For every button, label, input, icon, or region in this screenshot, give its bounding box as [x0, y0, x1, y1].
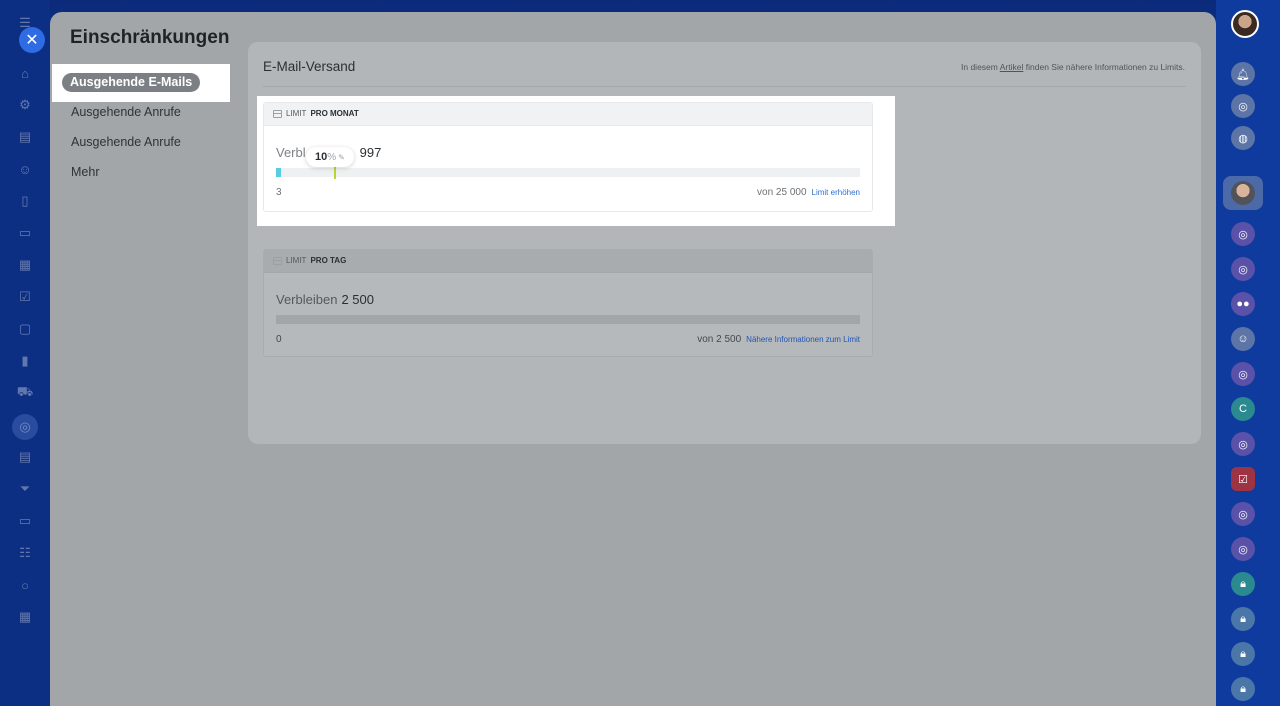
left-sidebar: ☰ ✕ ⌂ ⚙ ▤ ☺ ▯ ▭ ▦ ☑ ▢ ▮ ⛟ ◎ ▤ ⏷ ▭ ☷ ○ ▦: [0, 0, 50, 706]
page-title: Einschränkungen: [70, 27, 230, 48]
daily-limit-card: LIMIT PRO TAG Verbleiben 2 500 0 von 2 50…: [263, 249, 873, 357]
increase-limit-link[interactable]: Limit erhöhen: [812, 188, 860, 197]
usage-progress-fill: [276, 168, 281, 177]
contact-avatar[interactable]: ☺: [1231, 327, 1255, 351]
limit-info-link[interactable]: Nähere Informationen zum Limit: [746, 335, 860, 344]
chat-icon[interactable]: ◍: [1231, 126, 1255, 150]
card-header: LIMIT PRO TAG: [264, 250, 872, 273]
keyboard-icon[interactable]: ▭: [14, 510, 36, 532]
chat-icon[interactable]: ▢: [14, 318, 36, 340]
task-icon[interactable]: ☑: [1231, 467, 1255, 491]
divider: [263, 86, 1186, 87]
filter-icon[interactable]: ⏷: [14, 478, 36, 500]
card-header: LIMIT PRO MONAT: [264, 103, 872, 126]
limit-total: von 25 000 Limit erhöhen: [757, 187, 860, 198]
card-icon[interactable]: ▭: [14, 222, 36, 244]
lock-icon[interactable]: 🔒︎: [1231, 642, 1255, 666]
contacts-icon[interactable]: ☺: [14, 158, 36, 180]
limits-info-note: In diesem Artikel finden Sie nähere Info…: [961, 62, 1185, 72]
used-count: 0: [276, 334, 282, 345]
channel-icon[interactable]: ◎: [1231, 257, 1255, 281]
bell-icon[interactable]: 🔔︎: [1231, 62, 1255, 86]
used-count: 3: [276, 187, 282, 198]
menu-item-outgoing-emails[interactable]: Ausgehende E-Mails: [62, 73, 201, 92]
settings-icon[interactable]: ⚙: [14, 94, 36, 116]
circle-icon[interactable]: ○: [14, 574, 36, 596]
remaining-text: Verbleiben 2 500: [276, 292, 374, 307]
limits-modal: Einschränkungen Ausgehende E-Mails Ausge…: [50, 12, 1216, 706]
group-icon[interactable]: ●●: [1231, 292, 1255, 316]
mail-marketing-icon[interactable]: ◎: [12, 414, 38, 440]
lock-icon[interactable]: 🔒︎: [1231, 607, 1255, 631]
menu-item-outgoing-calls[interactable]: Ausgehende Anrufe: [71, 105, 181, 119]
group-icon[interactable]: ☷: [14, 542, 36, 564]
cart-icon[interactable]: ⛟: [14, 382, 36, 404]
menu-item-more[interactable]: Mehr: [71, 165, 99, 179]
home-icon[interactable]: ⌂: [14, 62, 36, 84]
calendar-icon: [273, 110, 282, 118]
document-icon[interactable]: ▤: [14, 126, 36, 148]
monitor-icon[interactable]: ▦: [14, 254, 36, 276]
threshold-tooltip[interactable]: 10% ✎: [306, 147, 354, 167]
channel-icon[interactable]: ◎: [1231, 362, 1255, 386]
close-icon[interactable]: ✕: [19, 27, 45, 53]
monthly-limit-card: LIMIT PRO MONAT Verbl 997 10% ✎ 3 von 25 0…: [263, 102, 873, 212]
grid-icon[interactable]: ▦: [14, 606, 36, 628]
channel-icon[interactable]: ◎: [1231, 502, 1255, 526]
checkbox-icon[interactable]: ☑: [14, 286, 36, 308]
lock-icon[interactable]: 🔒︎: [1231, 677, 1255, 701]
limit-total: von 2 500 Nähere Informationen zum Limit: [697, 334, 860, 345]
menu-item-outgoing-calls-2[interactable]: Ausgehende Anrufe: [71, 135, 181, 149]
user-avatar[interactable]: [1231, 10, 1259, 38]
threshold-marker[interactable]: [334, 166, 337, 179]
lock-icon[interactable]: 🔒︎: [1231, 572, 1255, 596]
channel-icon[interactable]: ◎: [1231, 222, 1255, 246]
section-title: E-Mail-Versand: [263, 59, 356, 74]
contact-avatar[interactable]: [1231, 181, 1255, 205]
right-sidebar: 🔔︎ ◎ ◍ ◎ ◎ ●● ☺ ◎ C ◎ ☑ ◎ ◎ 🔒︎ 🔒︎ 🔒︎ 🔒︎: [1216, 0, 1280, 706]
letter-badge[interactable]: C: [1231, 397, 1255, 421]
article-link[interactable]: Artikel: [1000, 62, 1024, 72]
target-icon[interactable]: ◎: [1231, 94, 1255, 118]
channel-icon[interactable]: ◎: [1231, 537, 1255, 561]
channel-icon[interactable]: ◎: [1231, 432, 1255, 456]
file-icon[interactable]: ▯: [14, 190, 36, 212]
pencil-icon[interactable]: ✎: [338, 153, 345, 162]
chart-icon[interactable]: ▮: [14, 350, 36, 372]
calendar-icon: [273, 257, 282, 265]
inbox-icon[interactable]: ▤: [14, 446, 36, 468]
usage-progress-bar: [276, 166, 860, 179]
usage-progress-bar: [276, 315, 860, 324]
highlight-frame: LIMIT PRO MONAT Verbl 997 10% ✎ 3 von 25 0…: [257, 96, 895, 226]
